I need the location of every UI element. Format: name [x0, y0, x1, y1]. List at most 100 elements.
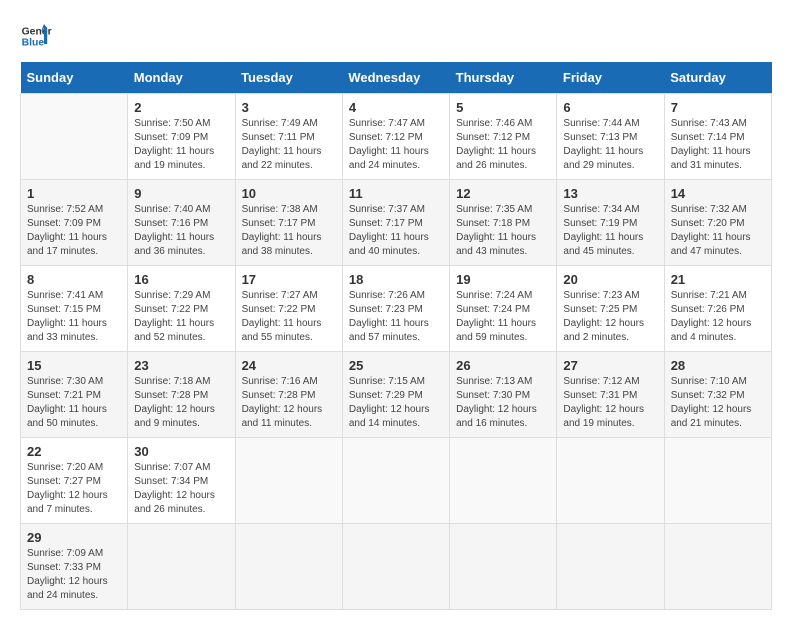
- day-number: 21: [671, 272, 765, 287]
- day-info: Sunrise: 7:34 AM Sunset: 7:19 PM Dayligh…: [563, 203, 657, 259]
- day-number: 5: [456, 100, 550, 115]
- calendar-cell: 10 Sunrise: 7:38 AM Sunset: 7:17 PM Dayli…: [235, 180, 342, 266]
- day-number: 27: [563, 358, 657, 373]
- calendar-cell: 24 Sunrise: 7:16 AM Sunset: 7:28 PM Dayli…: [235, 352, 342, 438]
- day-of-week-header: Tuesday: [235, 62, 342, 94]
- day-info: Sunrise: 7:49 AM Sunset: 7:11 PM Dayligh…: [242, 117, 336, 173]
- day-number: 1: [27, 186, 121, 201]
- calendar-cell: 11Sunrise: 7:37 AM Sunset: 7:17 PM Dayli…: [342, 180, 449, 266]
- day-info: Sunrise: 7:20 AM Sunset: 7:27 PM Dayligh…: [27, 461, 121, 517]
- calendar-cell: 2 Sunrise: 7:50 AM Sunset: 7:09 PM Daylig…: [128, 94, 235, 180]
- calendar-cell: 4 Sunrise: 7:47 AM Sunset: 7:12 PM Daylig…: [342, 94, 449, 180]
- calendar-cell: 27 Sunrise: 7:12 AM Sunset: 7:31 PM Dayli…: [557, 352, 664, 438]
- day-number: 9: [134, 186, 228, 201]
- calendar-cell: [235, 524, 342, 610]
- calendar-cell: [664, 438, 771, 524]
- day-info: Sunrise: 7:15 AM Sunset: 7:29 PM Dayligh…: [349, 375, 443, 431]
- day-number: 20: [563, 272, 657, 287]
- calendar-cell: 20 Sunrise: 7:23 AM Sunset: 7:25 PM Dayli…: [557, 266, 664, 352]
- day-number: 26: [456, 358, 550, 373]
- day-of-week-header: Saturday: [664, 62, 771, 94]
- calendar-cell: [450, 438, 557, 524]
- calendar-cell: 12Sunrise: 7:35 AM Sunset: 7:18 PM Dayli…: [450, 180, 557, 266]
- day-info: Sunrise: 7:07 AM Sunset: 7:34 PM Dayligh…: [134, 461, 228, 517]
- logo-icon: General Blue: [20, 20, 52, 52]
- day-number: 11: [349, 186, 443, 201]
- day-info: Sunrise: 7:47 AM Sunset: 7:12 PM Dayligh…: [349, 117, 443, 173]
- day-info: Sunrise: 7:30 AM Sunset: 7:21 PM Dayligh…: [27, 375, 121, 431]
- day-info: Sunrise: 7:18 AM Sunset: 7:28 PM Dayligh…: [134, 375, 228, 431]
- calendar-cell: 17 Sunrise: 7:27 AM Sunset: 7:22 PM Dayli…: [235, 266, 342, 352]
- day-number: 8: [27, 272, 121, 287]
- day-number: 7: [671, 100, 765, 115]
- day-number: 2: [134, 100, 228, 115]
- day-number: 6: [563, 100, 657, 115]
- calendar-cell: 7 Sunrise: 7:43 AM Sunset: 7:14 PM Daylig…: [664, 94, 771, 180]
- day-number: 22: [27, 444, 121, 459]
- day-number: 25: [349, 358, 443, 373]
- day-of-week-header: Monday: [128, 62, 235, 94]
- calendar-cell: 5 Sunrise: 7:46 AM Sunset: 7:12 PM Daylig…: [450, 94, 557, 180]
- day-info: Sunrise: 7:41 AM Sunset: 7:15 PM Dayligh…: [27, 289, 121, 345]
- day-number: 14: [671, 186, 765, 201]
- calendar-cell: [342, 438, 449, 524]
- day-info: Sunrise: 7:27 AM Sunset: 7:22 PM Dayligh…: [242, 289, 336, 345]
- calendar-cell: 19 Sunrise: 7:24 AM Sunset: 7:24 PM Dayli…: [450, 266, 557, 352]
- day-number: 12: [456, 186, 550, 201]
- calendar-cell: 29Sunrise: 7:09 AM Sunset: 7:33 PM Dayli…: [21, 524, 128, 610]
- calendar-cell: [664, 524, 771, 610]
- day-info: Sunrise: 7:16 AM Sunset: 7:28 PM Dayligh…: [242, 375, 336, 431]
- day-number: 15: [27, 358, 121, 373]
- calendar-cell: 22 Sunrise: 7:20 AM Sunset: 7:27 PM Dayli…: [21, 438, 128, 524]
- day-number: 13: [563, 186, 657, 201]
- day-info: Sunrise: 7:10 AM Sunset: 7:32 PM Dayligh…: [671, 375, 765, 431]
- day-number: 19: [456, 272, 550, 287]
- day-number: 29: [27, 530, 121, 545]
- day-info: Sunrise: 7:46 AM Sunset: 7:12 PM Dayligh…: [456, 117, 550, 173]
- day-info: Sunrise: 7:23 AM Sunset: 7:25 PM Dayligh…: [563, 289, 657, 345]
- day-number: 3: [242, 100, 336, 115]
- day-info: Sunrise: 7:32 AM Sunset: 7:20 PM Dayligh…: [671, 203, 765, 259]
- day-number: 24: [242, 358, 336, 373]
- logo: General Blue: [20, 20, 52, 52]
- day-number: 16: [134, 272, 228, 287]
- calendar-cell: 8 Sunrise: 7:41 AM Sunset: 7:15 PM Daylig…: [21, 266, 128, 352]
- calendar-cell: 28Sunrise: 7:10 AM Sunset: 7:32 PM Dayli…: [664, 352, 771, 438]
- day-info: Sunrise: 7:43 AM Sunset: 7:14 PM Dayligh…: [671, 117, 765, 173]
- day-info: Sunrise: 7:24 AM Sunset: 7:24 PM Dayligh…: [456, 289, 550, 345]
- calendar-cell: 16 Sunrise: 7:29 AM Sunset: 7:22 PM Dayli…: [128, 266, 235, 352]
- day-info: Sunrise: 7:44 AM Sunset: 7:13 PM Dayligh…: [563, 117, 657, 173]
- day-number: 23: [134, 358, 228, 373]
- calendar-cell: 1Sunrise: 7:52 AM Sunset: 7:09 PM Daylig…: [21, 180, 128, 266]
- day-number: 18: [349, 272, 443, 287]
- day-of-week-header: Sunday: [21, 62, 128, 94]
- day-of-week-header: Wednesday: [342, 62, 449, 94]
- calendar-cell: 25 Sunrise: 7:15 AM Sunset: 7:29 PM Dayli…: [342, 352, 449, 438]
- day-info: Sunrise: 7:50 AM Sunset: 7:09 PM Dayligh…: [134, 117, 228, 173]
- calendar-cell: 3 Sunrise: 7:49 AM Sunset: 7:11 PM Daylig…: [235, 94, 342, 180]
- day-info: Sunrise: 7:21 AM Sunset: 7:26 PM Dayligh…: [671, 289, 765, 345]
- calendar-cell: [450, 524, 557, 610]
- calendar-cell: [557, 438, 664, 524]
- day-info: Sunrise: 7:12 AM Sunset: 7:31 PM Dayligh…: [563, 375, 657, 431]
- calendar-cell: 23 Sunrise: 7:18 AM Sunset: 7:28 PM Dayli…: [128, 352, 235, 438]
- calendar-cell: [342, 524, 449, 610]
- calendar-cell: [235, 438, 342, 524]
- calendar-cell: 14 Sunrise: 7:32 AM Sunset: 7:20 PM Dayli…: [664, 180, 771, 266]
- day-info: Sunrise: 7:29 AM Sunset: 7:22 PM Dayligh…: [134, 289, 228, 345]
- day-number: 10: [242, 186, 336, 201]
- calendar-cell: 21 Sunrise: 7:21 AM Sunset: 7:26 PM Dayli…: [664, 266, 771, 352]
- day-number: 30: [134, 444, 228, 459]
- calendar-cell: 18Sunrise: 7:26 AM Sunset: 7:23 PM Dayli…: [342, 266, 449, 352]
- svg-text:Blue: Blue: [22, 38, 45, 49]
- calendar-cell: 9Sunrise: 7:40 AM Sunset: 7:16 PM Daylig…: [128, 180, 235, 266]
- day-of-week-header: Friday: [557, 62, 664, 94]
- day-number: 17: [242, 272, 336, 287]
- calendar-table: SundayMondayTuesdayWednesdayThursdayFrid…: [20, 62, 772, 610]
- calendar-cell: 6 Sunrise: 7:44 AM Sunset: 7:13 PM Daylig…: [557, 94, 664, 180]
- calendar-cell: [21, 94, 128, 180]
- day-number: 4: [349, 100, 443, 115]
- day-info: Sunrise: 7:38 AM Sunset: 7:17 PM Dayligh…: [242, 203, 336, 259]
- day-of-week-header: Thursday: [450, 62, 557, 94]
- calendar-cell: 26Sunrise: 7:13 AM Sunset: 7:30 PM Dayli…: [450, 352, 557, 438]
